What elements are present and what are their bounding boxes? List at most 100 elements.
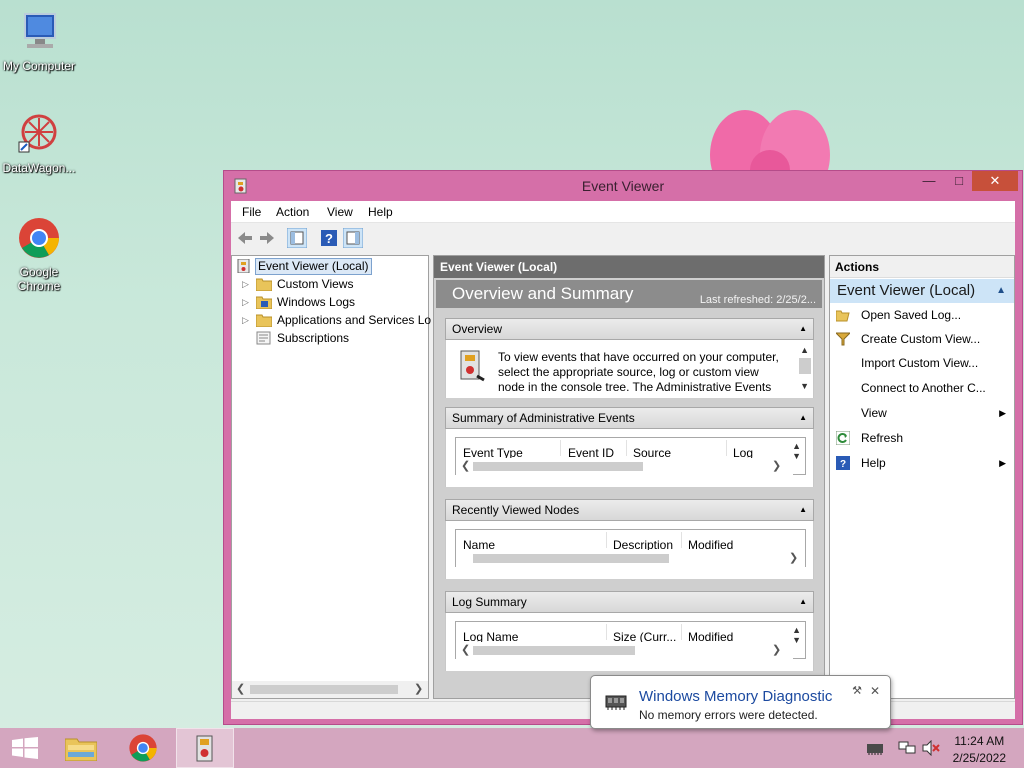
expand-arrow-icon[interactable]: ▷ <box>242 293 249 311</box>
action-refresh[interactable]: Refresh <box>830 427 1014 449</box>
scroll-right-arrow-icon[interactable]: ❯ <box>789 550 798 567</box>
section-header-admin-events[interactable]: Summary of Administrative Events ▲ <box>445 407 814 429</box>
scroll-down-arrow-icon[interactable]: ▼ <box>792 636 801 645</box>
system-clock[interactable]: 11:24 AM 2/25/2022 <box>953 734 1006 765</box>
menu-bar: File Action View Help <box>231 201 1015 223</box>
grid-horizontal-scrollbar[interactable]: ❯ <box>456 550 805 567</box>
maximize-button[interactable]: □ <box>944 171 974 191</box>
expand-arrow-icon[interactable]: ▷ <box>242 311 249 329</box>
action-connect-to-another-computer[interactable]: Connect to Another C... <box>830 377 1014 399</box>
scroll-down-arrow-icon[interactable]: ▼ <box>792 452 801 461</box>
section-header-overview[interactable]: Overview ▲ <box>445 318 814 340</box>
grid-horizontal-scrollbar[interactable]: ❮ ❯ <box>456 458 793 475</box>
recent-nodes-grid[interactable]: Name Description Modified ❯ <box>455 529 806 567</box>
scroll-right-arrow-icon[interactable]: ❯ <box>772 642 781 659</box>
grid-horizontal-scrollbar[interactable]: ❮ ❯ <box>456 642 793 659</box>
folder-open-icon <box>836 310 850 322</box>
subscriptions-icon <box>256 331 271 345</box>
help-icon[interactable]: ? <box>319 228 339 248</box>
action-help[interactable]: ? Help ▶ <box>830 452 1014 474</box>
scroll-right-arrow-icon[interactable]: ❯ <box>414 681 423 698</box>
scroll-left-arrow-icon[interactable]: ❮ <box>236 681 245 698</box>
action-open-saved-log[interactable]: Open Saved Log... <box>830 304 1014 326</box>
action-create-custom-view[interactable]: Create Custom View... <box>830 328 1014 350</box>
desktop-icon-google-chrome[interactable]: Google Chrome <box>0 216 78 293</box>
collapse-caret-icon[interactable]: ▲ <box>799 500 807 520</box>
desktop-icon-my-computer[interactable]: My Computer <box>0 10 78 73</box>
expand-arrow-icon[interactable]: ▷ <box>242 275 249 293</box>
scroll-thumb[interactable] <box>250 685 398 694</box>
action-import-custom-view[interactable]: Import Custom View... <box>830 352 1014 374</box>
back-arrow-icon[interactable] <box>235 228 255 248</box>
taskbar-google-chrome[interactable] <box>114 728 172 768</box>
show-hide-console-tree-icon[interactable] <box>287 228 307 248</box>
admin-events-grid[interactable]: Event Type Event ID Source Log ▲ ▼ ❮ ❯ <box>455 437 806 475</box>
desktop-flower-wallpaper <box>710 110 830 180</box>
clock-time: 11:24 AM <box>954 734 1005 748</box>
desktop-icon-label: DataWagon... <box>2 161 76 175</box>
taskbar-file-explorer[interactable] <box>52 728 110 768</box>
memory-diagnostic-tray-icon[interactable] <box>866 740 884 756</box>
event-viewer-info-icon <box>460 350 485 382</box>
tree-horizontal-scrollbar[interactable]: ❮ ❯ <box>232 681 428 698</box>
section-title: Summary of Administrative Events <box>452 411 635 425</box>
scroll-down-arrow-icon[interactable]: ▼ <box>800 382 809 391</box>
scroll-up-arrow-icon[interactable]: ▲ <box>800 346 809 355</box>
banner-title: Overview and Summary <box>452 284 634 303</box>
scroll-left-arrow-icon[interactable]: ❮ <box>461 458 470 475</box>
submenu-arrow-icon: ▶ <box>999 408 1006 418</box>
close-button[interactable]: ✕ <box>972 171 1018 191</box>
taskbar: 11:24 AM 2/25/2022 <box>0 728 1024 768</box>
overview-pane: Event Viewer (Local) Overview and Summar… <box>433 255 825 699</box>
scroll-up-arrow-icon[interactable]: ▲ <box>792 626 801 635</box>
menu-help[interactable]: Help <box>368 205 393 219</box>
taskbar-event-viewer[interactable] <box>176 728 234 768</box>
menu-view[interactable]: View <box>327 205 353 219</box>
section-title: Overview <box>452 322 503 336</box>
section-title: Log Summary <box>452 595 527 609</box>
my-computer-icon <box>24 13 56 48</box>
chrome-icon <box>129 734 157 762</box>
collapse-caret-icon[interactable]: ▲ <box>996 279 1006 303</box>
menu-file[interactable]: File <box>242 205 261 219</box>
network-icon[interactable] <box>898 740 916 756</box>
notification-balloon[interactable]: Windows Memory Diagnostic No memory erro… <box>590 675 891 729</box>
scroll-thumb[interactable] <box>473 462 643 471</box>
section-header-recent-nodes[interactable]: Recently Viewed Nodes ▲ <box>445 499 814 521</box>
action-label: Open Saved Log... <box>861 308 962 322</box>
log-summary-grid[interactable]: Log Name Size (Curr... Modified ▲ ▼ ❮ ❯ <box>455 621 806 659</box>
tree-item-label: Custom Views <box>277 277 354 291</box>
close-notification-icon[interactable]: ✕ <box>870 684 880 698</box>
pin-icon[interactable]: ⚒ <box>852 684 862 697</box>
start-button[interactable] <box>0 728 50 768</box>
section-body-overview: To view events that have occurred on you… <box>445 340 814 398</box>
refresh-icon <box>836 431 850 445</box>
svg-text:?: ? <box>325 231 333 246</box>
title-bar[interactable]: Event Viewer — □ ✕ <box>224 171 1022 201</box>
forward-arrow-icon[interactable] <box>257 228 277 248</box>
scroll-left-arrow-icon[interactable]: ❮ <box>461 642 470 659</box>
vertical-scroll-thumb[interactable] <box>799 358 811 374</box>
column-divider <box>626 440 627 456</box>
scroll-thumb[interactable] <box>473 554 669 563</box>
volume-muted-icon[interactable] <box>922 740 940 756</box>
scroll-thumb[interactable] <box>473 646 635 655</box>
show-hide-action-pane-icon[interactable] <box>343 228 363 248</box>
event-viewer-icon <box>237 259 250 273</box>
tree-item-label: Event Viewer (Local) <box>255 258 372 275</box>
collapse-caret-icon[interactable]: ▲ <box>799 408 807 428</box>
section-title: Recently Viewed Nodes <box>452 503 580 517</box>
scroll-up-arrow-icon[interactable]: ▲ <box>792 442 801 451</box>
actions-subheader[interactable]: Event Viewer (Local) ▲ <box>830 279 1014 303</box>
action-view[interactable]: View ▶ <box>830 402 1014 424</box>
desktop-icon-datawagon[interactable]: DataWagon... <box>0 112 78 175</box>
collapse-caret-icon[interactable]: ▲ <box>799 319 807 339</box>
overview-text-line: select the appropriate source, log or cu… <box>498 365 759 379</box>
menu-action[interactable]: Action <box>276 205 309 219</box>
scroll-right-arrow-icon[interactable]: ❯ <box>772 458 781 475</box>
filter-icon <box>836 332 850 346</box>
collapse-caret-icon[interactable]: ▲ <box>799 592 807 612</box>
overview-text: To view events that have occurred on you… <box>498 350 798 395</box>
section-header-log-summary[interactable]: Log Summary ▲ <box>445 591 814 613</box>
minimize-button[interactable]: — <box>914 171 944 191</box>
